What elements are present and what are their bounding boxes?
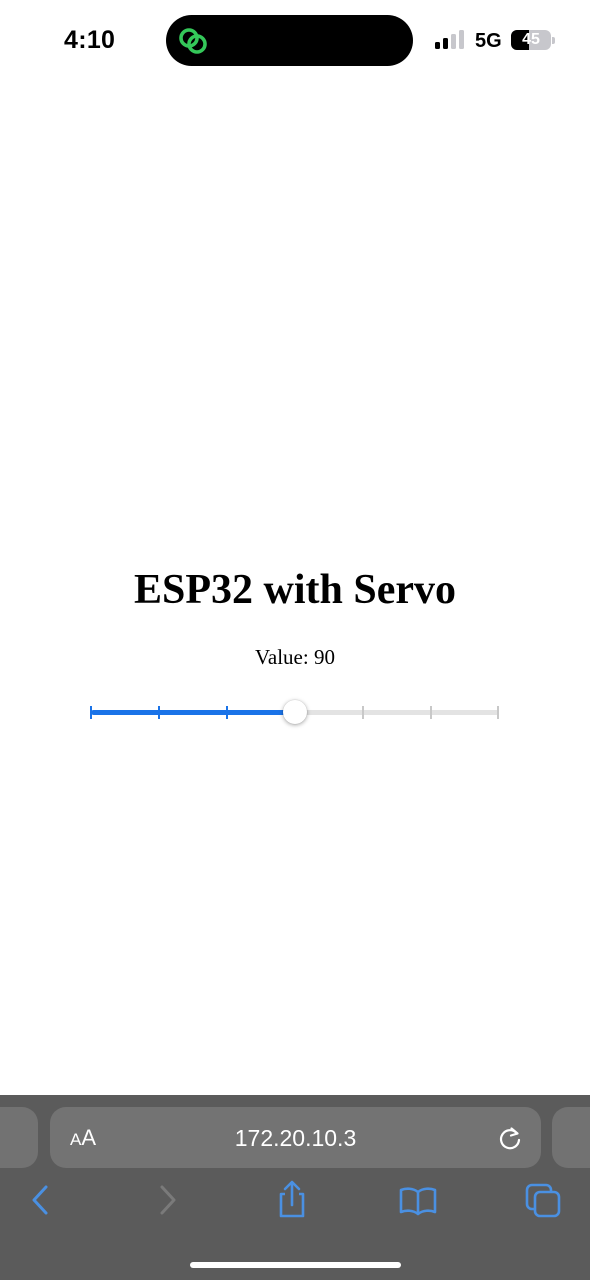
battery-icon: 45 (511, 30, 555, 50)
reload-icon[interactable] (498, 1125, 522, 1151)
url-text[interactable]: 172.20.10.3 (50, 1125, 541, 1152)
slider-tick (158, 706, 160, 719)
cellular-signal-icon (435, 30, 464, 49)
slider-tick (497, 706, 499, 719)
address-bar[interactable]: AA 172.20.10.3 (50, 1107, 541, 1168)
tabs-icon[interactable] (524, 1180, 564, 1220)
link-activity-icon (179, 28, 207, 54)
home-indicator[interactable] (190, 1262, 401, 1268)
page-title: ESP32 with Servo (133, 567, 456, 613)
dynamic-island[interactable] (166, 15, 413, 66)
battery-level: 45 (522, 31, 540, 48)
browser-nav-row (0, 1180, 590, 1226)
browser-toolbar: AA 172.20.10.3 (0, 1095, 590, 1280)
slider-thumb[interactable] (283, 700, 307, 724)
slider-tick (90, 706, 92, 719)
slider-tick (362, 706, 364, 719)
servo-value-label: Value: 90 (255, 645, 335, 669)
slider-tick (430, 706, 432, 719)
forward-icon[interactable] (148, 1180, 188, 1220)
share-icon[interactable] (272, 1180, 312, 1220)
previous-tab-peek[interactable] (0, 1107, 38, 1168)
status-bar: 4:10 5G 45 (0, 0, 590, 80)
bookmarks-icon[interactable] (398, 1180, 438, 1220)
status-time: 4:10 (64, 26, 116, 54)
servo-slider[interactable] (90, 697, 499, 727)
back-icon[interactable] (20, 1180, 60, 1220)
page-content: ESP32 with Servo Value: 90 (0, 560, 590, 670)
slider-tick (226, 706, 228, 719)
slider-fill (91, 710, 295, 715)
network-type: 5G (475, 30, 502, 52)
next-tab-peek[interactable] (552, 1107, 590, 1168)
